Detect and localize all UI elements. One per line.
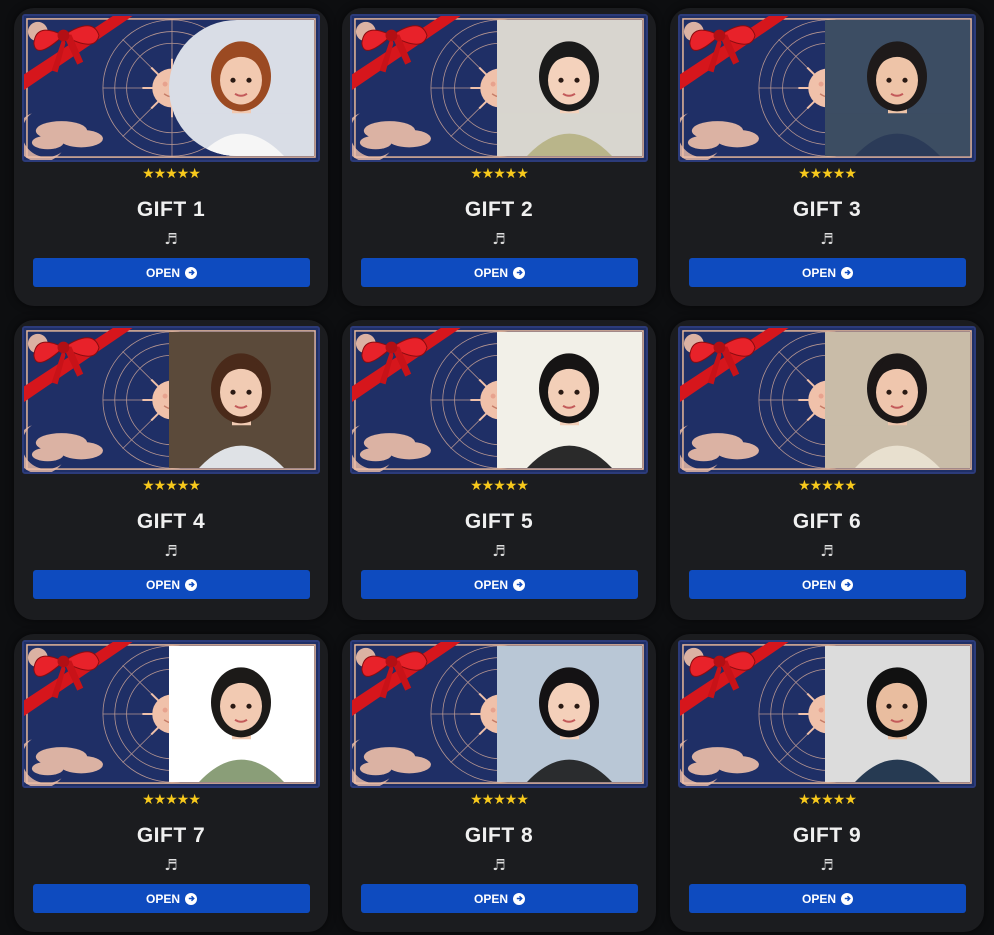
music-note-icon: ♬ [492,542,506,560]
rating-stars: ★★★★★ [798,166,857,182]
gift-title: GIFT 6 [792,510,862,533]
gift-banner[interactable] [678,640,976,788]
arrow-right-circle-icon [841,578,853,591]
gift-card: ★★★★★ GIFT 4 ♬ OPEN [14,320,328,620]
arrow-right-circle-icon [513,266,525,279]
arrow-right-circle-icon [513,578,525,591]
open-button-label: OPEN [145,577,180,592]
arrow-right-circle-icon [513,892,525,905]
music-note-icon: ♬ [820,542,834,560]
music-note-icon: ♬ [164,230,178,248]
open-button[interactable]: OPEN [689,570,966,599]
gift-grid: ★★★★★ GIFT 1 ♬ OPEN ★★★★★ GIFT 2 ♬ OPEN … [0,0,994,935]
open-button[interactable]: OPEN [361,884,638,913]
gift-title: GIFT 8 [464,824,534,847]
open-button[interactable]: OPEN [33,258,310,287]
open-button[interactable]: OPEN [689,884,966,913]
music-note-icon: ♬ [820,856,834,874]
gift-card: ★★★★★ GIFT 9 ♬ OPEN [670,634,984,932]
portrait-image [497,332,642,468]
portrait-image [825,20,970,156]
music-note-icon: ♬ [820,230,834,248]
gift-title: GIFT 1 [136,198,206,221]
open-button-label: OPEN [801,577,836,592]
gift-photo [497,20,642,156]
open-button-label: OPEN [801,891,836,906]
gift-card: ★★★★★ GIFT 5 ♬ OPEN [342,320,656,620]
gift-photo [169,332,314,468]
open-button[interactable]: OPEN [33,570,310,599]
gift-photo [825,20,970,156]
portrait-image [169,20,314,156]
gift-banner[interactable] [22,326,320,474]
arrow-right-circle-icon [185,578,197,591]
gift-card: ★★★★★ GIFT 6 ♬ OPEN [670,320,984,620]
gift-photo [169,20,314,156]
gift-title: GIFT 9 [792,824,862,847]
rating-stars: ★★★★★ [798,792,857,808]
gift-photo [497,646,642,782]
rating-stars: ★★★★★ [142,166,201,182]
gift-photo [825,332,970,468]
gift-banner[interactable] [350,14,648,162]
music-note-icon: ♬ [492,230,506,248]
open-button-label: OPEN [473,891,508,906]
open-button[interactable]: OPEN [361,258,638,287]
music-note-icon: ♬ [164,542,178,560]
open-button-label: OPEN [145,891,180,906]
arrow-right-circle-icon [841,892,853,905]
portrait-image [497,646,642,782]
gift-card: ★★★★★ GIFT 8 ♬ OPEN [342,634,656,932]
arrow-right-circle-icon [185,266,197,279]
gift-card: ★★★★★ GIFT 3 ♬ OPEN [670,8,984,306]
gift-photo [169,646,314,782]
portrait-image [169,332,314,468]
open-button-label: OPEN [801,265,836,280]
gift-banner[interactable] [22,14,320,162]
gift-title: GIFT 3 [792,198,862,221]
gift-card: ★★★★★ GIFT 1 ♬ OPEN [14,8,328,306]
open-button[interactable]: OPEN [689,258,966,287]
rating-stars: ★★★★★ [470,478,529,494]
open-button-label: OPEN [473,577,508,592]
open-button-label: OPEN [473,265,508,280]
gift-title: GIFT 7 [136,824,206,847]
portrait-image [825,332,970,468]
open-button[interactable]: OPEN [33,884,310,913]
music-note-icon: ♬ [164,856,178,874]
rating-stars: ★★★★★ [142,478,201,494]
portrait-image [497,20,642,156]
gift-banner[interactable] [350,640,648,788]
gift-banner[interactable] [678,326,976,474]
portrait-image [169,646,314,782]
gift-photo [497,332,642,468]
rating-stars: ★★★★★ [798,478,857,494]
gift-card: ★★★★★ GIFT 2 ♬ OPEN [342,8,656,306]
gift-title: GIFT 5 [464,510,534,533]
arrow-right-circle-icon [185,892,197,905]
gift-title: GIFT 4 [136,510,206,533]
rating-stars: ★★★★★ [470,792,529,808]
gift-photo [825,646,970,782]
open-button[interactable]: OPEN [361,570,638,599]
arrow-right-circle-icon [841,266,853,279]
gift-banner[interactable] [350,326,648,474]
portrait-image [825,646,970,782]
music-note-icon: ♬ [492,856,506,874]
gift-banner[interactable] [22,640,320,788]
rating-stars: ★★★★★ [470,166,529,182]
open-button-label: OPEN [145,265,180,280]
gift-title: GIFT 2 [464,198,534,221]
gift-banner[interactable] [678,14,976,162]
gift-card: ★★★★★ GIFT 7 ♬ OPEN [14,634,328,932]
rating-stars: ★★★★★ [142,792,201,808]
